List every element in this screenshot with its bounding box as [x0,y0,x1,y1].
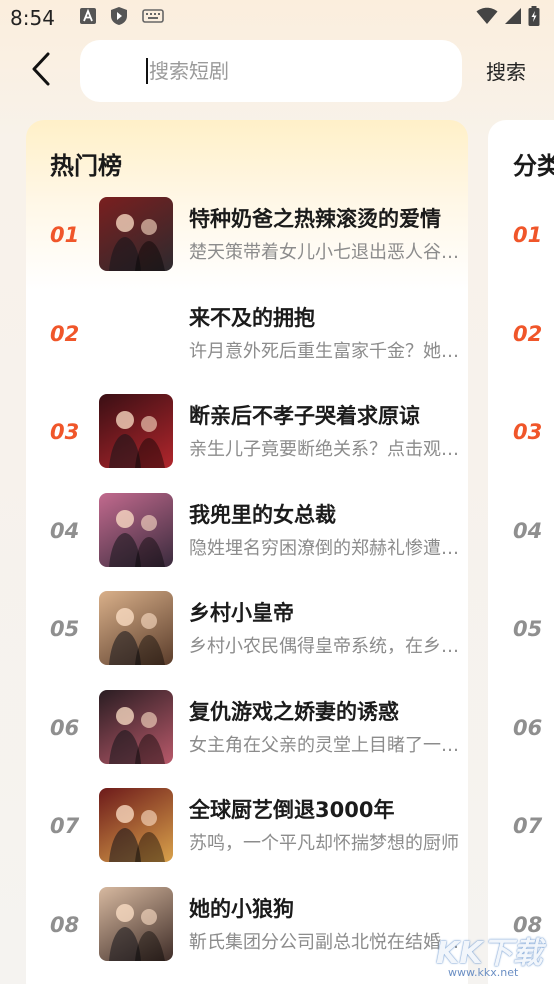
drama-cover[interactable] [99,394,173,468]
drama-list-item[interactable]: 08 她的小狼狗靳氏集团分公司副总北悦在结婚前夕 [26,886,468,984]
drama-cover[interactable] [99,296,173,370]
status-bar: 8:54 [0,0,554,36]
chevron-left-icon [30,51,52,91]
rank-number: 03 [50,420,80,444]
category-rank-number: 05 [513,617,543,641]
category-list-item[interactable]: 04 [488,493,554,592]
category-list-item[interactable]: 01 [488,197,554,296]
drama-description: 女主角在父亲的灵堂上目睹了一切真相 [189,734,464,756]
drama-list-item[interactable]: 05 乡村小皇帝乡村小农民偶得皇帝系统，在乡村大展身手 [26,591,468,690]
drama-cover[interactable] [99,886,173,961]
drama-title: 来不及的拥抱 [189,305,315,330]
keyboard-icon [142,8,164,28]
search-button[interactable]: 搜索 [486,56,526,85]
drama-description: 苏鸣，一个平凡却怀揣梦想的厨师 [189,833,459,854]
rank-number: 02 [50,321,80,346]
search-input[interactable] [149,59,429,83]
font-icon [80,8,96,28]
drama-description: 隐姓埋名穷困潦倒的郑赫礼惨遭陷害 [189,537,464,559]
drama-list-item[interactable]: 03 断亲后不孝子哭着求原谅亲生儿子竟要断绝关系？点击观看完整剧情 [26,394,468,493]
search-box[interactable] [80,40,462,102]
drama-cover[interactable] [99,492,173,567]
drama-list-item[interactable]: 01 特种奶爸之热辣滚烫的爱情楚天策带着女儿小七退出恶人谷，准备过平凡生活 [26,197,468,296]
status-time: 8:54 [10,6,55,30]
category-ranking-list: 01 02 03 04 05 06 07 08 [488,197,554,984]
drama-cover[interactable] [99,197,173,271]
drama-title: 断亲后不孝子哭着求原谅 [189,404,420,428]
drama-cover[interactable] [99,591,173,665]
text-caret [146,58,148,84]
category-ranking-card: 分类 01 02 03 04 05 06 07 08 [488,120,554,984]
battery-charging-icon [528,6,540,30]
back-button[interactable] [22,48,60,94]
drama-title: 特种奶爸之热辣滚烫的爱情 [189,207,441,231]
drama-list-item[interactable]: 07 全球厨艺倒退3000年苏鸣，一个平凡却怀揣梦想的厨师 [26,788,468,887]
category-rank-number: 07 [513,814,543,838]
hot-ranking-list: 01 特种奶爸之热辣滚烫的爱情楚天策带着女儿小七退出恶人谷，准备过平凡生活 02 来不… [26,197,468,984]
category-list-item[interactable]: 02 [488,296,554,395]
hot-ranking-title: 热门榜 [50,152,122,180]
drama-list-item[interactable]: 06 复仇游戏之娇妻的诱惑女主角在父亲的灵堂上目睹了一切真相 [26,689,468,789]
drama-description: 许月意外死后重生富家千金？她能否改写命运 [189,340,464,362]
watermark: KK下载 www.kkx.net [436,926,554,984]
category-rank-number: 01 [513,223,543,247]
drama-description: 亲生儿子竟要断绝关系？点击观看完整剧情 [189,439,464,460]
category-list-item[interactable]: 05 [488,591,554,690]
drama-cover[interactable] [99,788,173,862]
category-list-item[interactable]: 06 [488,690,554,789]
category-list-item[interactable]: 07 [488,788,554,887]
drama-description: 靳氏集团分公司副总北悦在结婚前夕 [189,931,464,953]
status-icons-right [476,6,540,30]
drama-title: 全球厨艺倒退3000年 [189,798,395,822]
rank-number: 08 [50,912,80,937]
drama-list-item[interactable]: 04 我兜里的女总裁隐姓埋名穷困潦倒的郑赫礼惨遭陷害 [26,492,468,592]
status-icons-left [80,6,164,30]
drama-title: 她的小狼狗 [189,896,294,921]
shield-icon [110,6,128,30]
hot-ranking-card: 热门榜 01 特种奶爸之热辣滚烫的爱情楚天策带着女儿小七退出恶人谷，准备过平凡生活… [26,120,468,984]
drama-title: 复仇游戏之娇妻的诱惑 [189,699,399,724]
rank-number: 04 [50,518,80,543]
category-rank-number: 02 [513,321,543,346]
drama-cover[interactable] [99,689,173,764]
rank-number: 05 [50,617,80,641]
rank-number: 01 [50,223,80,247]
watermark-url: www.kkx.net [448,966,519,979]
category-rank-number: 03 [513,420,543,444]
category-ranking-title: 分类 [513,152,554,180]
drama-title: 我兜里的女总裁 [189,502,336,527]
drama-description: 楚天策带着女儿小七退出恶人谷，准备过平凡生活 [189,242,464,263]
wifi-icon [476,7,498,29]
signal-icon [504,7,522,29]
header: 搜索 [0,38,554,104]
category-list-item[interactable]: 03 [488,394,554,493]
rank-number: 06 [50,715,80,740]
drama-title: 乡村小皇帝 [189,601,294,625]
page: 8:54 搜索短剧 搜索 热门榜 01 特种奶爸之热辣滚烫的爱情 楚天策带着女儿… [0,0,554,984]
drama-description: 乡村小农民偶得皇帝系统，在乡村大展身手 [189,636,464,657]
rank-number: 07 [50,814,80,838]
category-rank-number: 04 [513,518,543,543]
drama-list-item[interactable]: 02 来不及的拥抱许月意外死后重生富家千金？她能否改写命运 [26,296,468,395]
category-rank-number: 06 [513,715,543,740]
